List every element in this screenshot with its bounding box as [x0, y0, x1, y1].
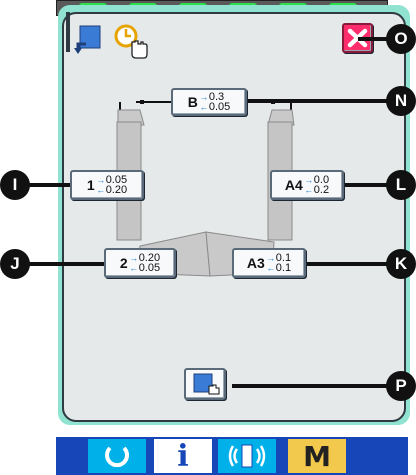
value-row: ← 0.05 — [199, 101, 231, 113]
bottom-taskbar: i M — [56, 437, 408, 475]
left-arrow-icon: ← — [266, 263, 276, 273]
button-label: B — [187, 94, 198, 110]
callout-line-p — [232, 384, 400, 388]
callout-o: O — [386, 24, 416, 54]
communication-icon — [228, 444, 266, 468]
value-2: 0.2 — [313, 184, 330, 196]
info-icon: i — [177, 438, 189, 474]
button-label: A3 — [246, 255, 265, 271]
left-arrow-icon: ← — [129, 263, 139, 273]
frame-diagram — [116, 100, 295, 277]
mode-button[interactable]: M — [288, 439, 346, 473]
value-row: ← 0.1 — [266, 262, 292, 274]
button-label: 2 — [119, 255, 128, 271]
right-arrow-icon: → — [129, 253, 139, 263]
button-label: A4 — [284, 177, 303, 193]
value-row: ← 0.20 — [96, 184, 128, 196]
value-pair: → 0.05 ← 0.20 — [96, 175, 128, 196]
callout-line-k — [300, 262, 400, 266]
right-arrow-icon: → — [199, 92, 209, 102]
value-2: 0.05 — [138, 262, 161, 274]
value-pair: → 0.20 ← 0.05 — [129, 253, 161, 274]
right-arrow-icon: → — [266, 253, 276, 263]
value-row: ← 0.2 — [304, 184, 330, 196]
right-arrow-icon: → — [304, 175, 314, 185]
callout-line-j — [28, 262, 114, 266]
reset-circle-icon — [105, 446, 129, 468]
value-pair: → 0.0 ← 0.2 — [304, 175, 330, 196]
right-arrow-icon: → — [96, 175, 106, 185]
reset-button[interactable] — [88, 439, 146, 473]
setting-button-b[interactable]: B → 0.3 ← 0.05 — [171, 88, 247, 116]
mode-label: M — [303, 439, 331, 473]
button-label: 1 — [86, 177, 95, 193]
page-button[interactable] — [184, 368, 226, 400]
setting-button-a4[interactable]: A4 → 0.0 ← 0.2 — [270, 170, 344, 200]
value-pair: → 0.1 ← 0.1 — [266, 253, 292, 274]
screen: B → 0.3 ← 0.05 1 → 0.05 ← 0.20 A4 → 0.0 ← 0.2 … — [0, 0, 416, 475]
setting-button-a3[interactable]: A3 → 0.1 ← 0.1 — [232, 248, 306, 278]
callout-l: L — [386, 170, 416, 200]
value-row: ← 0.05 — [129, 262, 161, 274]
callout-line-n — [240, 99, 400, 103]
value-2: 0.05 — [208, 101, 231, 113]
value-2: 0.1 — [275, 262, 292, 274]
setting-button-2[interactable]: 2 → 0.20 ← 0.05 — [104, 248, 176, 278]
communication-button[interactable] — [218, 439, 276, 473]
callout-p: P — [386, 371, 416, 401]
left-arrow-icon: ← — [96, 185, 106, 195]
value-pair: → 0.3 ← 0.05 — [199, 92, 231, 113]
info-button[interactable]: i — [154, 438, 212, 474]
callout-i: I — [0, 170, 30, 200]
callout-n: N — [386, 86, 416, 116]
page-touch-icon — [193, 373, 220, 395]
callout-line-o — [358, 37, 388, 41]
value-2: 0.20 — [105, 184, 128, 196]
setting-button-1[interactable]: 1 → 0.05 ← 0.20 — [70, 170, 144, 200]
callout-j: J — [0, 249, 30, 279]
callout-k: K — [386, 249, 416, 279]
left-arrow-icon: ← — [304, 185, 314, 195]
left-arrow-icon: ← — [199, 102, 209, 112]
